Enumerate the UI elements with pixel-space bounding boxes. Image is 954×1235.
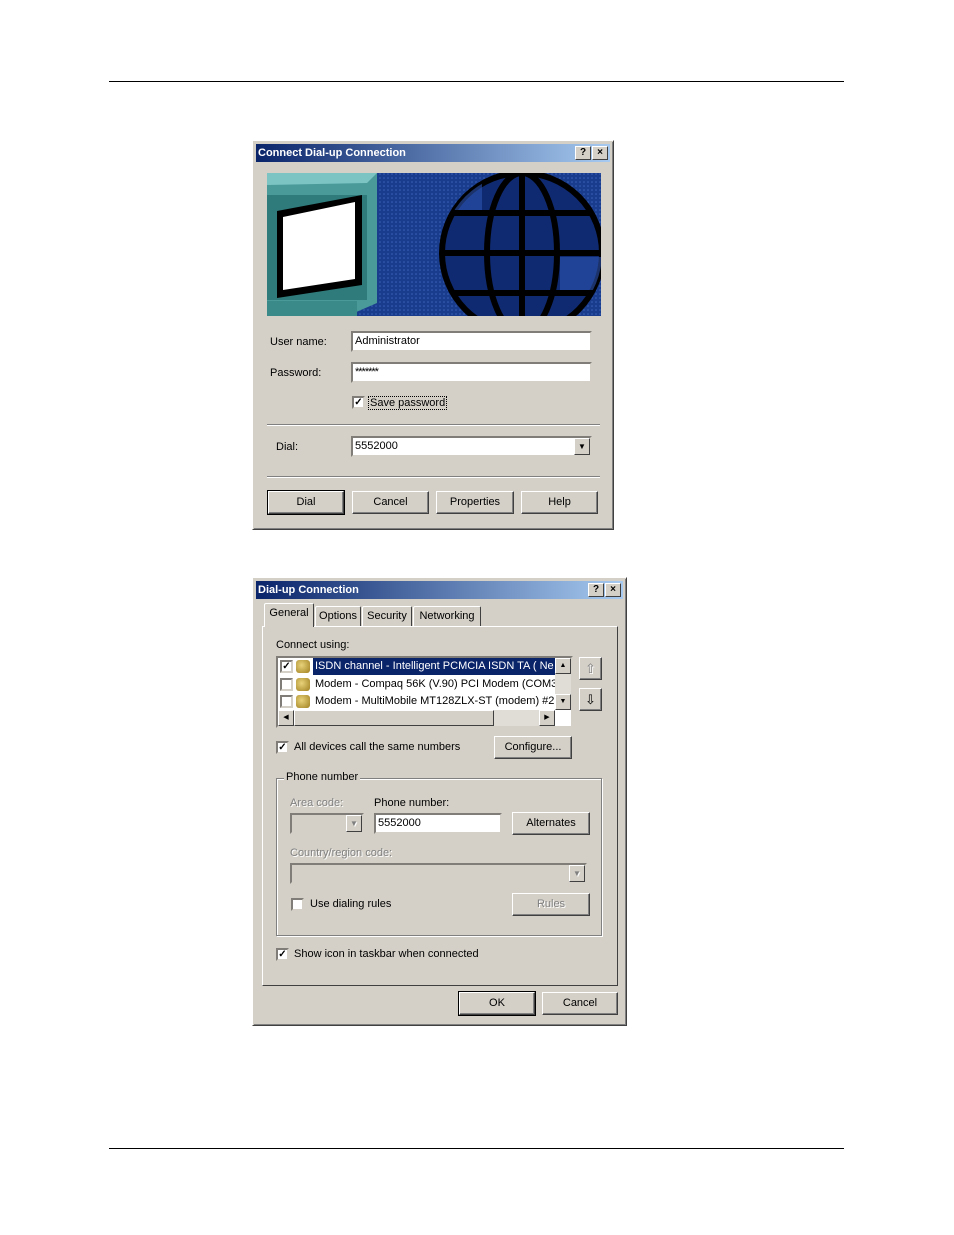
phone-number-input[interactable]: 5552000 — [374, 813, 502, 834]
separator-2 — [267, 476, 600, 478]
device-label: Modem - Compaq 56K (V.90) PCI Modem (COM… — [315, 678, 555, 690]
title-bar: Connect Dial-up Connection ? × — [256, 144, 610, 162]
help-title-button[interactable]: ? — [588, 583, 604, 597]
footer-rule — [109, 1148, 844, 1149]
header-rule — [109, 81, 844, 82]
close-title-button[interactable]: × — [592, 146, 608, 160]
dial-value: 5552000 — [355, 440, 398, 452]
scroll-up-icon[interactable]: ▲ — [555, 658, 571, 674]
all-devices-checkbox[interactable]: ✓ — [276, 741, 289, 754]
move-down-button[interactable]: ⇩ — [579, 688, 602, 711]
user-name-label: User name: — [270, 336, 327, 348]
use-dialing-rules-checkbox[interactable] — [291, 898, 304, 911]
country-region-label: Country/region code: — [290, 847, 393, 859]
scroll-right-icon[interactable]: ▶ — [539, 710, 555, 726]
close-title-button[interactable]: × — [605, 583, 621, 597]
phone-number-label: Phone number: — [374, 797, 450, 809]
dialog-title: Connect Dial-up Connection — [258, 147, 406, 159]
properties-button[interactable]: Properties — [436, 491, 514, 514]
scroll-left-icon[interactable]: ◀ — [278, 710, 294, 726]
dropdown-arrow-icon: ▼ — [346, 815, 362, 832]
help-title-button[interactable]: ? — [575, 146, 591, 160]
password-label: Password: — [270, 367, 322, 379]
configure-button[interactable]: Configure... — [494, 736, 572, 759]
tab-networking[interactable]: Networking — [413, 606, 481, 626]
help-button[interactable]: Help — [521, 491, 598, 514]
show-icon-checkbox[interactable]: ✓ — [276, 948, 289, 961]
tab-options[interactable]: Options — [315, 606, 361, 626]
connect-using-list[interactable]: ✓ ISDN channel - Intelligent PCMCIA ISDN… — [276, 656, 573, 728]
user-name-input[interactable]: Administrator — [351, 331, 592, 352]
list-item[interactable]: ✓ ISDN channel - Intelligent PCMCIA ISDN… — [278, 658, 555, 675]
dropdown-arrow-icon: ▼ — [569, 865, 585, 882]
password-input[interactable]: ******* — [351, 362, 592, 383]
dropdown-arrow-icon[interactable]: ▼ — [574, 438, 590, 455]
modem-icon — [296, 678, 310, 691]
tab-security[interactable]: Security — [362, 606, 412, 626]
move-up-button[interactable]: ⇧ — [579, 657, 602, 680]
tab-general[interactable]: General — [264, 603, 314, 627]
all-devices-label: All devices call the same numbers — [294, 741, 461, 753]
title-bar: Dial-up Connection ? × — [256, 581, 623, 599]
horizontal-scrollbar[interactable]: ◀ ▶ — [278, 710, 555, 726]
dial-label: Dial: — [276, 441, 299, 453]
list-item[interactable]: Modem - MultiMobile MT128ZLX-ST (modem) … — [278, 693, 555, 710]
dial-button[interactable]: Dial — [267, 490, 345, 515]
modem-icon — [296, 695, 310, 708]
device-label: Modem - MultiMobile MT128ZLX-ST (modem) … — [315, 695, 555, 707]
dialup-banner-image — [267, 173, 601, 316]
device-checkbox[interactable]: ✓ — [280, 660, 293, 673]
area-code-combobox: ▼ — [290, 813, 364, 834]
scroll-down-icon[interactable]: ▼ — [555, 694, 571, 710]
country-region-combobox: ▼ — [290, 863, 587, 884]
show-icon-label: Show icon in taskbar when connected — [294, 948, 479, 960]
alternates-button[interactable]: Alternates — [512, 812, 590, 835]
cancel-button[interactable]: Cancel — [352, 491, 429, 514]
ok-button[interactable]: OK — [458, 991, 536, 1016]
dialog-title: Dial-up Connection — [258, 584, 359, 596]
save-password-checkbox[interactable]: ✓ — [352, 396, 365, 409]
device-checkbox[interactable] — [280, 678, 293, 691]
device-label: ISDN channel - Intelligent PCMCIA ISDN T… — [313, 658, 555, 675]
vertical-scrollbar[interactable]: ▲ ▼ — [555, 658, 571, 710]
use-dialing-rules-label: Use dialing rules — [310, 898, 392, 910]
save-password-label[interactable]: Save password — [368, 396, 448, 410]
dial-combobox[interactable]: 5552000 ▼ — [351, 436, 592, 457]
list-item[interactable]: Modem - Compaq 56K (V.90) PCI Modem (COM… — [278, 676, 555, 693]
scroll-thumb[interactable] — [294, 710, 494, 726]
modem-icon — [296, 660, 310, 673]
separator-1 — [267, 424, 600, 426]
device-checkbox[interactable] — [280, 695, 293, 708]
rules-button: Rules — [512, 893, 590, 916]
phone-number-group-label: Phone number — [284, 771, 361, 783]
area-code-label: Area code: — [290, 797, 344, 809]
connect-using-label: Connect using: — [276, 639, 350, 651]
cancel-button[interactable]: Cancel — [542, 992, 618, 1015]
